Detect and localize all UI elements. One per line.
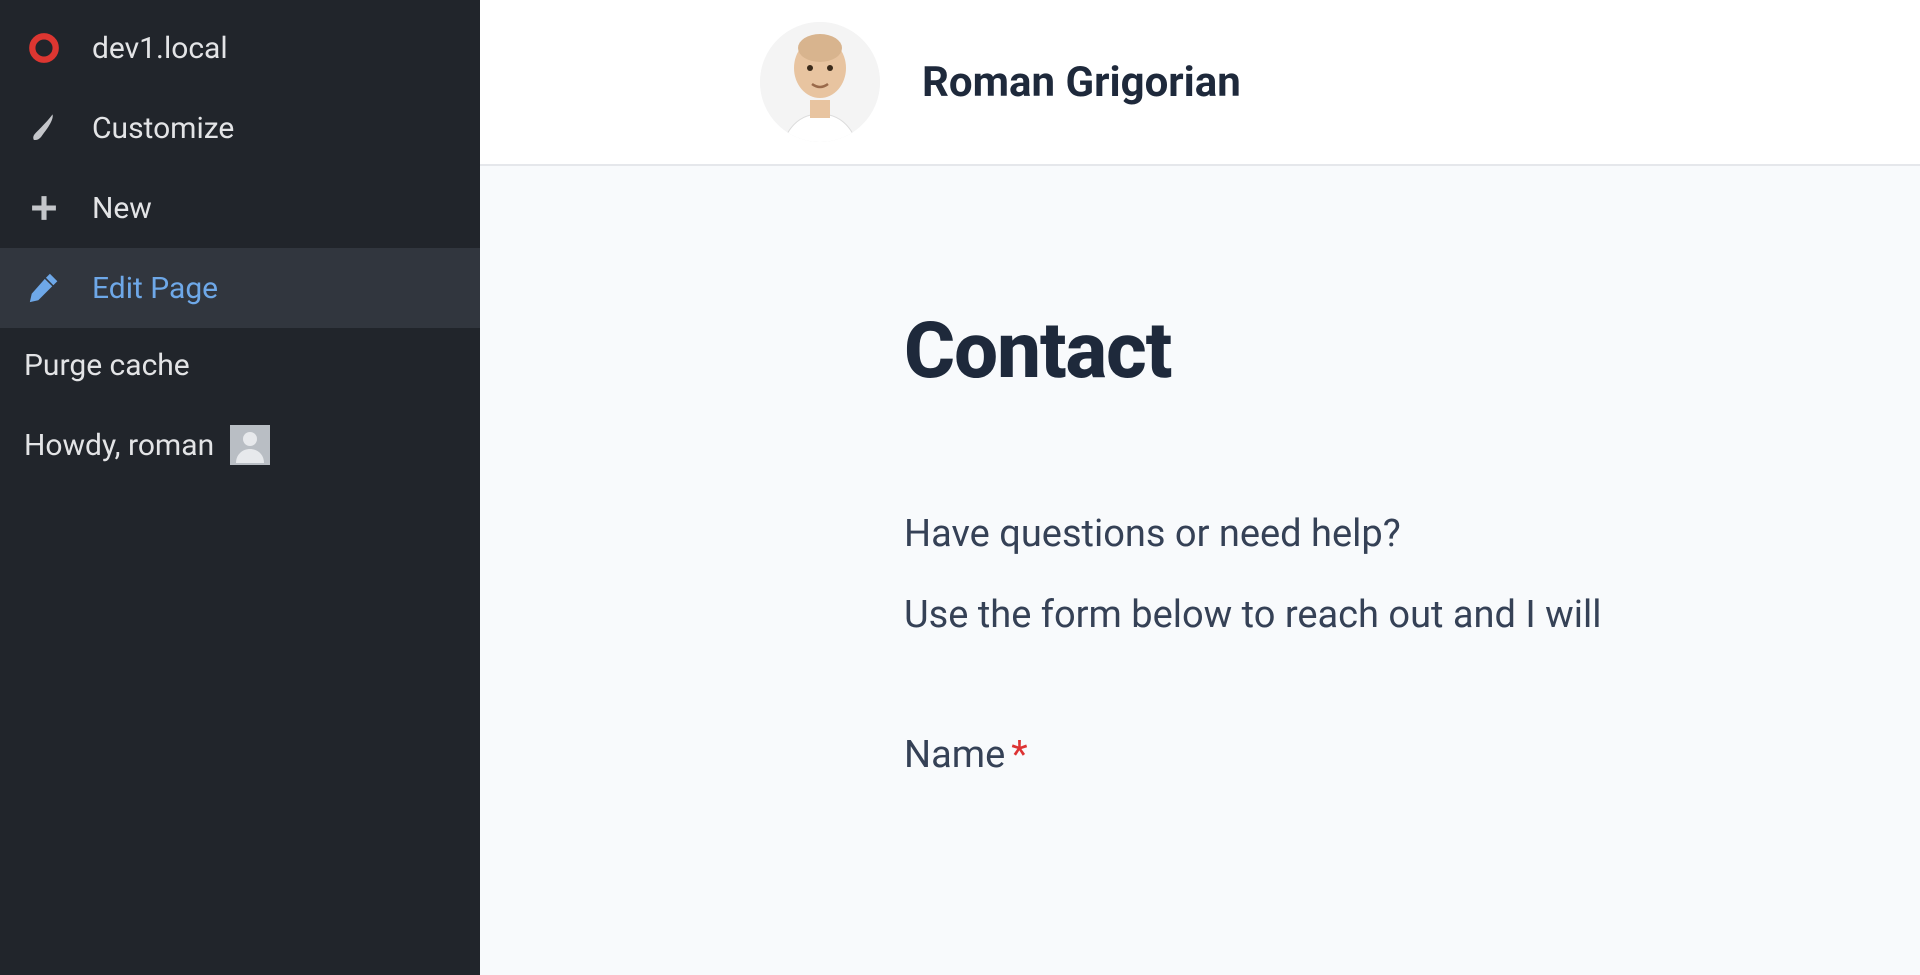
profile-avatar[interactable] [760,22,880,142]
howdy-text: Howdy, roman [24,428,214,463]
intro-line-2: Use the form below to reach out and I wi… [904,588,1920,643]
ring-icon [24,28,64,68]
admin-item-label: New [92,191,152,226]
person-avatar-icon [760,22,880,142]
content-area: Roman Grigorian Contact Have questions o… [480,0,1920,975]
admin-item-label: Edit Page [92,271,218,306]
page-body: Contact Have questions or need help? Use… [480,166,1920,975]
admin-item-customize[interactable]: Customize [0,88,480,168]
admin-bar: dev1.local Customize New Edit Page Purge… [0,0,480,975]
intro-text: Have questions or need help? Use the for… [904,507,1920,643]
site-title[interactable]: Roman Grigorian [922,58,1241,107]
admin-item-edit-page[interactable]: Edit Page [0,248,480,328]
admin-item-label: dev1.local [92,31,228,66]
admin-item-new[interactable]: New [0,168,480,248]
admin-item-site[interactable]: dev1.local [0,8,480,88]
page-title: Contact [904,306,1920,397]
admin-item-purge-cache[interactable]: Purge cache [0,328,480,403]
intro-line-1: Have questions or need help? [904,507,1920,562]
brush-icon [24,108,64,148]
admin-item-label: Customize [92,111,234,146]
form-label-name: Name* [904,733,1920,777]
required-marker-icon: * [1011,733,1027,777]
admin-item-howdy[interactable]: Howdy, roman [0,403,480,487]
admin-item-label: Purge cache [24,348,190,383]
user-avatar-placeholder-icon [230,425,270,465]
site-header: Roman Grigorian [480,0,1920,166]
pencil-icon [24,268,64,308]
plus-icon [24,188,64,228]
